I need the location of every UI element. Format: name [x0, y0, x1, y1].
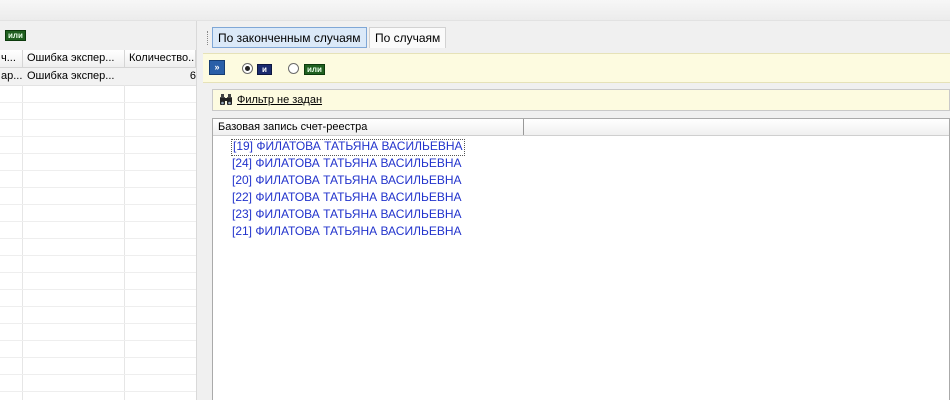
or-operator-badge[interactable]: или [5, 30, 26, 41]
panel-splitter[interactable] [196, 21, 203, 400]
double-chevron-right-icon[interactable]: » [209, 60, 225, 75]
grid-cell: 6 [189, 70, 196, 82]
grid-cell: Ошибка экспер... [27, 70, 115, 82]
logic-options-bar: » и или [203, 53, 950, 83]
filter-link[interactable]: Фильтр не задан [237, 90, 322, 110]
grid-column-header[interactable]: Ошибка экспер... [23, 50, 125, 67]
list-item[interactable]: [22] ФИЛАТОВА ТАТЬЯНА ВАСИЛЬЕВНА [231, 190, 463, 205]
grid-divider [22, 85, 23, 400]
table-row[interactable]: ар... Ошибка экспер... 6 [0, 68, 196, 86]
left-grid: ч... Ошибка экспер... Количество... ар..… [0, 50, 196, 400]
grid-divider [0, 170, 196, 171]
grid-divider [0, 187, 196, 188]
list-header: Базовая запись счет-реестра [213, 119, 949, 136]
grid-divider [0, 255, 196, 256]
list-item[interactable]: [20] ФИЛАТОВА ТАТЬЯНА ВАСИЛЬЕВНА [231, 173, 463, 188]
list-item[interactable]: [24] ФИЛАТОВА ТАТЬЯНА ВАСИЛЬЕВНА [231, 156, 463, 171]
records-list: Базовая запись счет-реестра [19] ФИЛАТОВ… [212, 118, 950, 400]
binoculars-icon[interactable] [219, 94, 233, 108]
tab-grip-icon [207, 31, 210, 45]
left-toolbar: или [0, 21, 196, 49]
grid-divider [0, 374, 196, 375]
tab-by-cases[interactable]: По случаям [369, 27, 447, 48]
list-item[interactable]: [19] ФИЛАТОВА ТАТЬЯНА ВАСИЛЬЕВНА [231, 139, 465, 156]
grid-divider [0, 306, 196, 307]
grid-column-header[interactable]: ч... [0, 50, 23, 67]
grid-cell: ар... [1, 70, 23, 82]
filter-bar: Фильтр не задан [212, 89, 950, 111]
or-operator-badge: или [304, 64, 325, 75]
list-item[interactable]: [23] ФИЛАТОВА ТАТЬЯНА ВАСИЛЬЕВНА [231, 207, 463, 222]
tab-by-completed-cases[interactable]: По законченным случаям [212, 27, 367, 48]
grid-divider [0, 119, 196, 120]
grid-divider [0, 272, 196, 273]
and-radio[interactable] [242, 63, 253, 74]
window-top-bar [0, 0, 950, 21]
and-operator-badge: и [257, 64, 272, 75]
grid-header: ч... Ошибка экспер... Количество... [0, 50, 196, 68]
grid-divider [0, 204, 196, 205]
grid-divider [0, 136, 196, 137]
or-radio[interactable] [288, 63, 299, 74]
grid-divider [0, 238, 196, 239]
grid-divider [0, 323, 196, 324]
grid-divider [124, 85, 125, 400]
grid-divider [0, 221, 196, 222]
list-column-header[interactable]: Базовая запись счет-реестра [213, 119, 524, 135]
grid-divider [0, 102, 196, 103]
right-panel: По законченным случаям По случаям » и ил… [203, 21, 950, 400]
grid-divider [0, 289, 196, 290]
grid-divider [0, 340, 196, 341]
grid-divider [0, 357, 196, 358]
grid-column-header[interactable]: Количество... [125, 50, 196, 67]
grid-divider [0, 391, 196, 392]
grid-divider [0, 153, 196, 154]
list-item[interactable]: [21] ФИЛАТОВА ТАТЬЯНА ВАСИЛЬЕВНА [231, 224, 463, 239]
left-panel: или ч... Ошибка экспер... Количество... … [0, 21, 196, 400]
